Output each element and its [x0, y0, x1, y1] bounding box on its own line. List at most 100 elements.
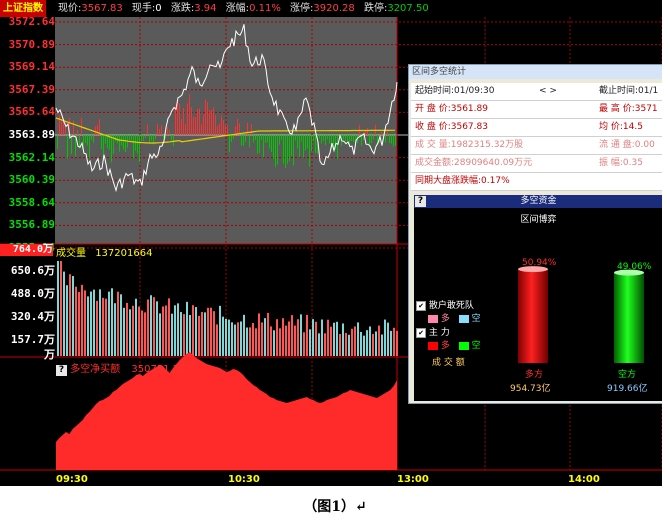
volume-bar [75, 286, 77, 356]
volume-bar [57, 261, 59, 356]
long-short-panel: ? 多空资金 区间博弈 ✔ 散户敢死队 多 空 ✔ 主 力 多 空 成 交 额 … [414, 195, 662, 401]
price-bar [361, 135, 362, 146]
volume-bar [354, 326, 356, 356]
price-axis-label: 3567.39 [8, 82, 55, 96]
price-axis-label: 3556.89 [8, 218, 55, 232]
volume-bars [57, 261, 398, 356]
price-bar [283, 135, 284, 164]
price-bar [221, 115, 222, 135]
price-bar [305, 135, 306, 151]
price-bar [173, 135, 174, 147]
price-bar [233, 135, 234, 139]
volume-total: 137201664 [95, 248, 153, 259]
price-bar [391, 135, 392, 144]
price-bar [163, 135, 164, 138]
price-bar [259, 135, 260, 153]
volume-bar [324, 333, 326, 356]
price-bar [287, 135, 288, 164]
help-icon[interactable]: ? [56, 365, 67, 376]
volume-bar [108, 291, 110, 356]
close-price: 收 盘 价:3567.83 [415, 122, 488, 132]
price-bar [213, 107, 214, 135]
volume-bar [234, 324, 236, 356]
price-bar [199, 108, 200, 135]
range-stats-dialog[interactable]: 区间多空统计 起始时间:01/09:30 < > 截止时间:01/1 开 盘 价… [408, 64, 662, 404]
price-bar [205, 99, 206, 135]
volume-bar [246, 327, 248, 356]
price-bar [289, 135, 290, 162]
price-bar [297, 135, 298, 149]
price-bar [125, 135, 126, 153]
price-bar [313, 135, 314, 142]
volume-bar [369, 326, 371, 356]
volume-bar [189, 314, 191, 356]
price-bar [161, 124, 162, 135]
volume-bar [177, 303, 179, 356]
volume-axis-2: 488.0万 [10, 287, 55, 300]
price-bar [299, 135, 300, 158]
volume-bar [207, 307, 209, 356]
price-bar [261, 135, 262, 141]
price-axis-label: 3558.64 [8, 195, 55, 209]
volume-bar [153, 297, 155, 356]
volume-bar [165, 305, 167, 356]
volume-bar [168, 298, 170, 356]
volume-bar [66, 285, 68, 356]
price-bar [309, 135, 310, 167]
volume-bar [180, 312, 182, 356]
price-bar [241, 135, 242, 146]
volume-bar [201, 311, 203, 356]
price-bar [373, 135, 374, 140]
stats-row: 起始时间:01/09:30 < > 截止时间:01/1 [411, 83, 662, 101]
volume-bar [81, 284, 83, 356]
volume-bar [267, 312, 269, 356]
volume-bar [156, 301, 158, 356]
start-time: 起始时间:01/09:30 [415, 86, 495, 96]
stats-row: 收 盘 价:3567.83 均 价:14.5 [411, 119, 662, 137]
price-bar [345, 135, 346, 142]
short-bar-cap [614, 269, 644, 276]
volume-axis-1: 650.6万 [10, 264, 55, 277]
price-bar [217, 125, 218, 135]
volume-bar [114, 303, 116, 356]
turnover-volume: 成 交 量:1982315.32万股 [415, 140, 524, 150]
price-bar [257, 135, 258, 154]
volume-bar [282, 318, 284, 356]
volume-bar [99, 289, 101, 356]
dialog-title[interactable]: 区间多空统计 [409, 65, 662, 79]
price-bar [231, 135, 232, 142]
time-label-1400: 14:00 [568, 474, 600, 485]
volume-bar [270, 326, 272, 356]
volume-bar [249, 327, 251, 356]
volume-bar [372, 333, 374, 356]
price-bar [249, 135, 250, 148]
price-bar [107, 135, 108, 148]
volume-bar [309, 329, 311, 356]
price-bar [187, 103, 188, 135]
price-bar [141, 135, 142, 142]
nav-arrows[interactable]: < > [539, 83, 557, 100]
long-bar [518, 269, 548, 363]
volume-axis-3: 320.4万 [10, 310, 55, 323]
volume-bar [285, 325, 287, 356]
volume-bar [87, 296, 89, 356]
short-amount: 919.66亿 [607, 384, 648, 394]
price-bar [225, 124, 226, 135]
volume-bar [303, 332, 305, 356]
volume-bar [327, 319, 329, 356]
volume-bar [72, 276, 74, 356]
volume-bar [174, 305, 176, 356]
volume-bar [261, 322, 263, 356]
price-bar [195, 116, 196, 135]
net-buy-label: ? 多空净买额 350751.28万 [56, 360, 195, 376]
volume-bar [357, 322, 359, 356]
price-bar [123, 135, 124, 150]
price-bar [97, 124, 98, 135]
price-bar [197, 108, 198, 135]
end-time: 截止时间:01/1 [599, 86, 659, 96]
time-label-0930: 09:30 [56, 474, 88, 485]
volume-bar [129, 309, 131, 356]
volume-bar [387, 322, 389, 356]
net-buy-title: 多空净买额 [70, 364, 121, 375]
price-bar [255, 135, 256, 141]
